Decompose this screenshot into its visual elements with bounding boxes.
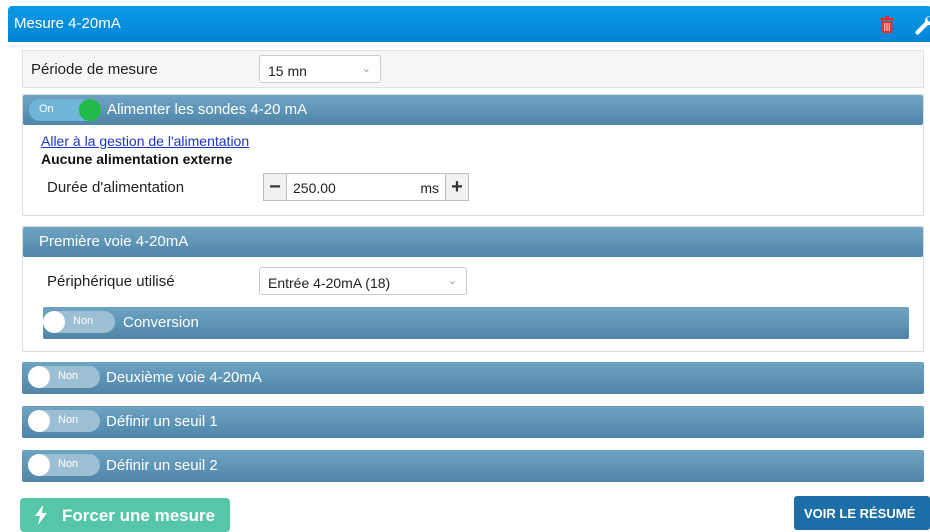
threshold2-toggle-label: Non — [58, 458, 79, 470]
threshold2-toggle[interactable]: Non — [28, 454, 100, 476]
threshold1-toggle[interactable]: Non — [28, 410, 100, 432]
toggle-knob — [28, 454, 50, 476]
device-selected-value: Entrée 4-20mA (18) — [268, 275, 391, 291]
force-measure-label: Forcer une mesure — [62, 506, 216, 525]
threshold1-title: Définir un seuil 1 — [106, 413, 218, 430]
panel-title: Mesure 4-20mA — [14, 15, 121, 32]
view-summary-button[interactable]: VOIR LE RÉSUMÉ — [794, 496, 930, 530]
conversion-toggle-label: Non — [73, 315, 94, 327]
channel1-title: Première voie 4-20mA — [39, 233, 189, 250]
threshold2-bar: Non Définir un seuil 2 — [22, 450, 924, 482]
conversion-bar: Non Conversion — [43, 307, 909, 339]
duration-value: 250.00 — [293, 180, 336, 196]
duration-input[interactable]: 250.00 ms — [287, 173, 445, 201]
duration-label: Durée d'alimentation — [47, 179, 185, 196]
duration-unit: ms — [420, 180, 439, 196]
device-label: Périphérique utilisé — [47, 273, 175, 290]
toggle-knob — [28, 366, 50, 388]
conversion-toggle[interactable]: Non — [43, 311, 115, 333]
lightning-icon — [35, 505, 47, 525]
duration-minus-button[interactable]: − — [263, 173, 287, 201]
period-label: Période de mesure — [31, 61, 158, 78]
channel1-panel: Première voie 4-20mA Périphérique utilis… — [22, 226, 924, 352]
channel2-toggle-label: Non — [58, 370, 79, 382]
threshold2-title: Définir un seuil 2 — [106, 457, 218, 474]
power-title: Alimenter les sondes 4-20 mA — [107, 101, 308, 118]
toggle-knob — [28, 410, 50, 432]
toggle-knob — [79, 99, 101, 121]
power-toggle[interactable]: On — [29, 99, 101, 121]
threshold1-bar: Non Définir un seuil 1 — [22, 406, 924, 438]
wrench-icon[interactable] — [914, 14, 930, 36]
duration-plus-button[interactable]: + — [445, 173, 469, 201]
device-select[interactable]: Entrée 4-20mA (18) ⌄ — [259, 267, 467, 295]
channel2-title: Deuxième voie 4-20mA — [106, 369, 262, 386]
channel2-bar: Non Deuxième voie 4-20mA — [22, 362, 924, 394]
channel2-toggle[interactable]: Non — [28, 366, 100, 388]
force-measure-button[interactable]: Forcer une mesure — [20, 498, 230, 532]
toggle-knob — [43, 311, 65, 333]
external-power-note: Aucune alimentation externe — [41, 151, 233, 167]
period-row: Période de mesure 15 mn ⌄ — [22, 50, 924, 88]
chevron-down-icon: ⌄ — [361, 63, 371, 75]
trash-icon[interactable] — [880, 16, 894, 33]
power-management-link[interactable]: Aller à la gestion de l'alimentation — [41, 133, 249, 149]
period-select[interactable]: 15 mn ⌄ — [259, 55, 381, 83]
power-panel: On Alimenter les sondes 4-20 mA Aller à … — [22, 94, 924, 216]
conversion-title: Conversion — [123, 314, 199, 331]
panel-header: Mesure 4-20mA — [8, 6, 930, 42]
duration-stepper: − 250.00 ms + — [263, 173, 469, 203]
power-toggle-label: On — [39, 103, 54, 115]
threshold1-toggle-label: Non — [58, 414, 79, 426]
channel1-header[interactable]: Première voie 4-20mA — [23, 227, 923, 257]
chevron-down-icon: ⌄ — [447, 275, 457, 287]
power-header: On Alimenter les sondes 4-20 mA — [23, 95, 923, 125]
view-summary-label: VOIR LE RÉSUMÉ — [804, 506, 916, 521]
period-selected-value: 15 mn — [268, 63, 307, 79]
